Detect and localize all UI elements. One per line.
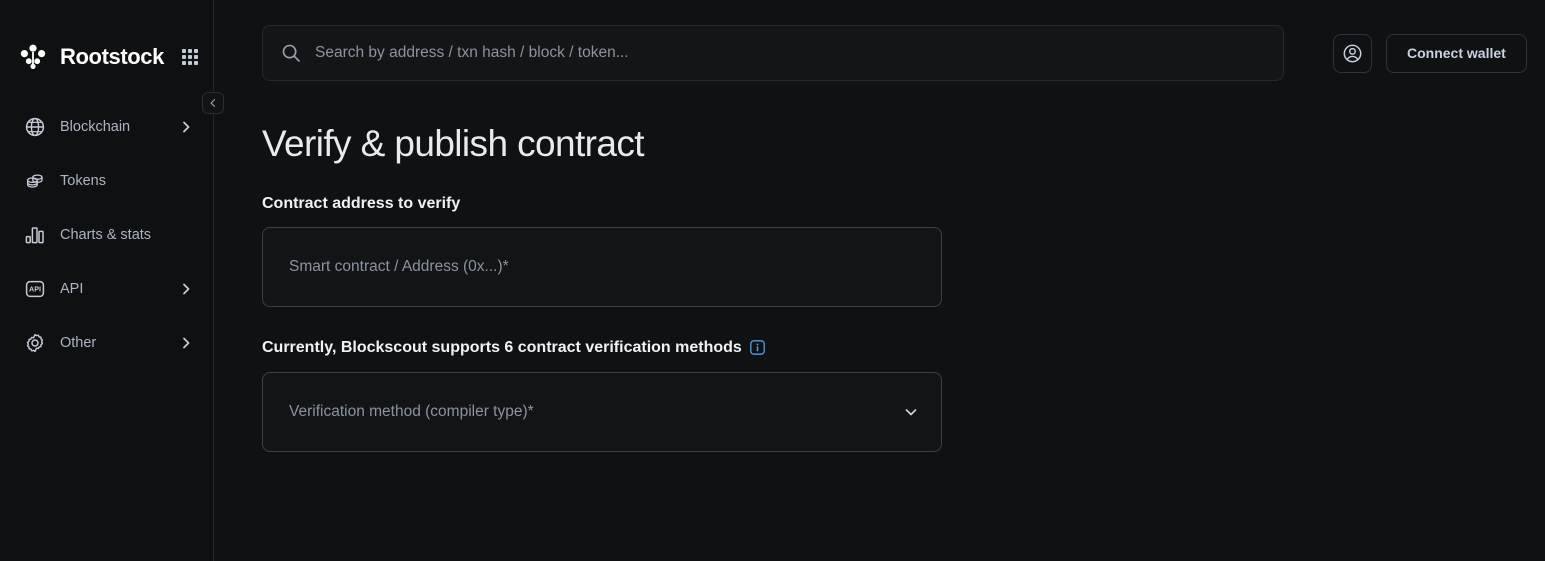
chevron-down-icon [903, 404, 919, 420]
apps-grid-icon[interactable] [181, 49, 198, 65]
contract-address-label: Contract address to verify [262, 194, 461, 212]
sidebar-item-label: Blockchain [60, 119, 131, 135]
contract-address-field[interactable] [262, 226, 942, 307]
chevron-left-icon [210, 99, 216, 107]
page-title: Verify & publish contract [262, 123, 645, 164]
verification-method-select[interactable]: Verification method (compiler type)* [262, 371, 942, 452]
search-bar[interactable] [262, 25, 1284, 81]
sidebar-collapse-button[interactable] [202, 92, 224, 114]
sidebar-nav: Blockchain Tokens Charts & stats API API… [0, 110, 213, 360]
sidebar: Rootstock Blockchain Tokens Charts & sta… [0, 0, 224, 561]
user-circle-icon [1343, 44, 1362, 62]
info-icon[interactable] [749, 340, 765, 356]
brand-name: Rootstock [60, 44, 164, 69]
verify-contract-form: Verify & publish contract Contract addre… [214, 123, 1545, 452]
sidebar-item-other[interactable]: Other [10, 326, 203, 360]
sidebar-item-api[interactable]: API API [10, 272, 203, 306]
main-content: Connect wallet Verify & publish contract… [214, 0, 1545, 561]
topbar-actions: Connect wallet [1333, 33, 1527, 73]
verification-methods-text: Currently, Blockscout supports 6 contrac… [262, 338, 742, 356]
sidebar-item-tokens[interactable]: Tokens [10, 164, 203, 198]
connect-wallet-button[interactable]: Connect wallet [1386, 33, 1527, 73]
verification-methods-note: Currently, Blockscout supports 6 contrac… [262, 339, 1545, 357]
chevron-right-icon [179, 120, 193, 134]
coins-icon [24, 170, 46, 192]
sidebar-item-label: API [60, 281, 84, 297]
svg-text:API: API [29, 285, 41, 294]
contract-address-input[interactable] [289, 257, 915, 276]
api-icon: API [24, 278, 46, 300]
gear-icon [24, 332, 46, 354]
chevron-right-icon [179, 336, 193, 350]
bar-chart-icon [24, 224, 46, 246]
brand: Rootstock [0, 0, 213, 76]
sidebar-item-charts-stats[interactable]: Charts & stats [10, 218, 203, 252]
app-root: Rootstock Blockchain Tokens Charts & sta… [0, 0, 1545, 561]
profile-button[interactable] [1333, 33, 1372, 73]
sidebar-item-label: Charts & stats [60, 227, 152, 243]
search-icon [281, 43, 301, 63]
topbar: Connect wallet [214, 0, 1545, 81]
chevron-right-icon [179, 282, 193, 296]
sidebar-item-blockchain[interactable]: Blockchain [10, 110, 203, 144]
sidebar-item-label: Tokens [60, 173, 106, 189]
rootstock-cluster-icon [20, 44, 46, 70]
sidebar-item-label: Other [60, 335, 97, 351]
globe-icon [24, 116, 46, 138]
verification-method-select-value: Verification method (compiler type)* [289, 402, 534, 420]
search-input[interactable] [315, 44, 1265, 62]
